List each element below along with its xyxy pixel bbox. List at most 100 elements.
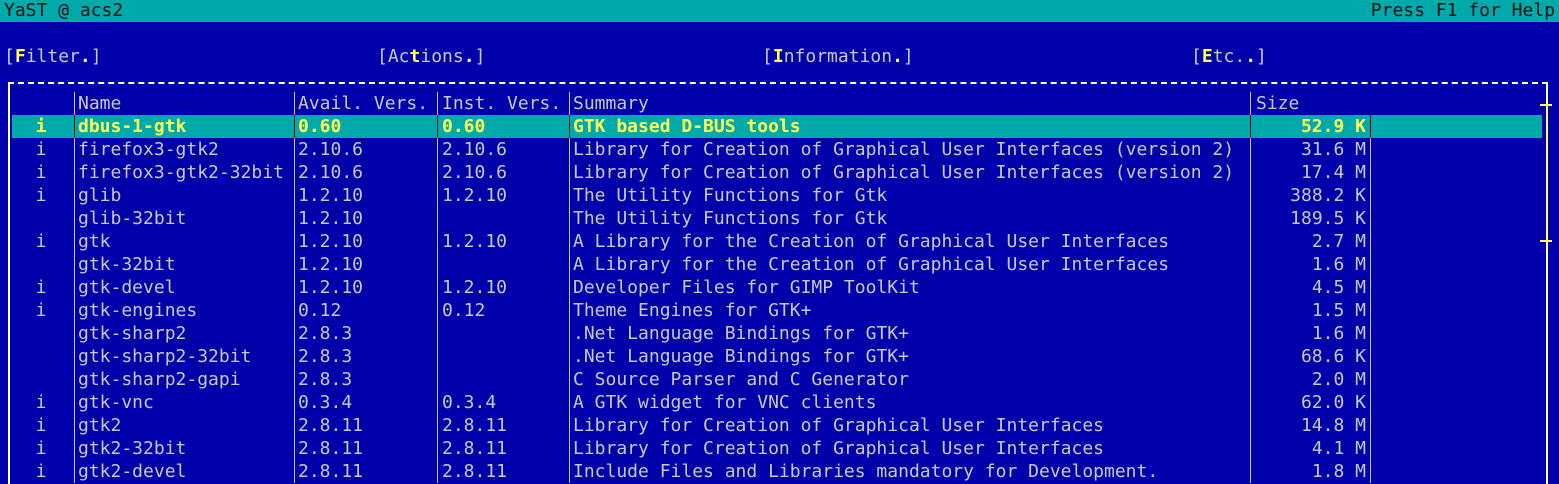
avail-version: 0.60 — [298, 116, 342, 137]
table-row[interactable]: gtk-sharp2-gapi 2.8.3 C Source Parser and … — [12, 368, 1542, 391]
package-size: 388.2 K — [1290, 185, 1366, 206]
header-inst-version[interactable]: Inst. Vers. — [442, 92, 570, 115]
inst-version: 0.12 — [442, 300, 486, 321]
column-separator — [74, 230, 75, 253]
inst-version: 2.8.11 — [442, 415, 508, 436]
column-separator — [437, 115, 438, 138]
etc-menu[interactable]: [Etc..] — [1191, 46, 1267, 68]
package-name: gtk-sharp2-32bit — [78, 346, 252, 367]
table-row[interactable]: i firefox3-gtk2 2.10.6 2.10.6 Library for Cr… — [12, 138, 1542, 161]
avail-version: 2.8.3 — [298, 369, 353, 390]
table-row[interactable]: gtk-sharp2-32bit 2.8.3 .Net Language Bindi… — [12, 345, 1542, 368]
table-row[interactable]: i gtk-vnc 0.3.4 0.3.4 A GTK widget for VNC c… — [12, 391, 1542, 414]
filter-menu[interactable]: [Filter.] — [4, 46, 102, 68]
column-separator — [294, 414, 295, 437]
package-name: gtk2-32bit — [78, 438, 187, 459]
column-separator — [437, 437, 438, 460]
package-summary: Include Files and Libraries mandatory fo… — [573, 461, 1159, 482]
package-name: gtk2-devel — [78, 461, 187, 482]
inst-version: 2.10.6 — [442, 162, 508, 183]
column-separator — [1370, 161, 1371, 184]
column-separator — [74, 207, 75, 230]
table-row[interactable]: i gtk2 2.8.11 2.8.11 Library for Creation of… — [12, 414, 1542, 437]
column-separator — [294, 322, 295, 345]
inst-version — [442, 368, 570, 391]
table-row[interactable]: i gtk 1.2.10 1.2.10 A Library for the Creati… — [12, 230, 1542, 253]
table-row[interactable]: i firefox3-gtk2-32bit 2.10.6 2.10.6 Library … — [12, 161, 1542, 184]
avail-version: 2.8.11 — [298, 461, 364, 482]
package-size: 62.0 K — [1300, 392, 1366, 413]
header-size[interactable]: Size — [1256, 92, 1366, 115]
column-separator — [294, 253, 295, 276]
column-separator — [294, 345, 295, 368]
package-name: dbus-1-gtk — [78, 116, 187, 137]
package-size: 2.0 M — [1311, 369, 1366, 390]
package-size: 14.8 M — [1300, 415, 1366, 436]
inst-version: 1.2.10 — [442, 231, 508, 252]
actions-menu[interactable]: [Actions.] — [377, 46, 485, 68]
table-row[interactable]: i glib 1.2.10 1.2.10 The Utility Functions f… — [12, 184, 1542, 207]
column-separator — [1370, 460, 1371, 483]
table-row[interactable]: i gtk-engines 0.12 0.12 Theme Engines for GT… — [12, 299, 1542, 322]
header-summary[interactable]: Summary — [573, 92, 1253, 115]
package-name: firefox3-gtk2 — [78, 139, 219, 160]
column-separator — [294, 368, 295, 391]
package-size: 52.9 K — [1300, 116, 1366, 137]
avail-version: 2.10.6 — [298, 162, 364, 183]
column-separator — [74, 345, 75, 368]
package-summary: .Net Language Bindings for GTK+ — [573, 323, 909, 344]
column-separator — [1370, 322, 1371, 345]
column-separator — [294, 391, 295, 414]
package-name: gtk-vnc — [78, 392, 154, 413]
avail-version: 1.2.10 — [298, 185, 364, 206]
column-separator — [437, 276, 438, 299]
column-separator — [294, 437, 295, 460]
package-name: firefox3-gtk2-32bit — [78, 162, 284, 183]
status-flag: i — [35, 392, 47, 413]
status-flag: i — [35, 300, 47, 321]
avail-version: 0.12 — [298, 300, 342, 321]
table-row[interactable]: gtk-sharp2 2.8.3 .Net Language Bindings fo… — [12, 322, 1542, 345]
package-summary: Library for Creation of Graphical User I… — [573, 438, 1105, 459]
package-summary: The Utility Functions for Gtk — [573, 208, 888, 229]
column-separator — [437, 345, 438, 368]
column-separator — [74, 391, 75, 414]
column-separator — [1370, 138, 1371, 161]
column-separator — [74, 460, 75, 483]
package-summary: Library for Creation of Graphical User I… — [573, 162, 1235, 183]
table-row[interactable]: i gtk-devel 1.2.10 1.2.10 Developer Files fo… — [12, 276, 1542, 299]
status-flag: i — [35, 162, 47, 183]
package-table[interactable]: Name Avail. Vers. Inst. Vers. Summary Si… — [12, 92, 1542, 483]
help-hint: Press F1 for Help — [1370, 0, 1555, 21]
table-header: Name Avail. Vers. Inst. Vers. Summary Si… — [12, 92, 1542, 115]
avail-version: 2.8.11 — [298, 438, 364, 459]
column-separator — [437, 230, 438, 253]
header-name[interactable]: Name — [78, 92, 292, 115]
column-separator — [437, 322, 438, 345]
table-row[interactable]: i gtk2-devel 2.8.11 2.8.11 Include Files and… — [12, 460, 1542, 483]
table-row-selected[interactable]: i dbus-1-gtk 0.60 0.60 GTK based D-BUS tools… — [12, 115, 1542, 138]
column-separator — [1370, 230, 1371, 253]
column-separator — [294, 276, 295, 299]
package-name: glib — [78, 185, 122, 206]
inst-version: 2.10.6 — [442, 139, 508, 160]
scrollbar[interactable] — [1540, 104, 1552, 242]
status-flag — [12, 322, 70, 345]
column-separator — [437, 207, 438, 230]
column-separator — [74, 276, 75, 299]
table-row[interactable]: gtk-32bit 1.2.10 A Library for the Creatio… — [12, 253, 1542, 276]
column-separator — [74, 368, 75, 391]
column-separator — [437, 414, 438, 437]
table-row[interactable]: glib-32bit 1.2.10 The Utility Functions fo… — [12, 207, 1542, 230]
column-separator — [294, 161, 295, 184]
header-avail-version[interactable]: Avail. Vers. — [298, 92, 434, 115]
information-menu[interactable]: [Information.] — [762, 46, 914, 68]
column-separator — [294, 207, 295, 230]
package-summary: The Utility Functions for Gtk — [573, 185, 888, 206]
column-separator — [294, 184, 295, 207]
column-separator — [1370, 345, 1371, 368]
status-flag — [12, 207, 70, 230]
table-row[interactable]: i gtk2-32bit 2.8.11 2.8.11 Library for Creat… — [12, 437, 1542, 460]
column-separator — [1370, 391, 1371, 414]
inst-version: 0.3.4 — [442, 392, 497, 413]
